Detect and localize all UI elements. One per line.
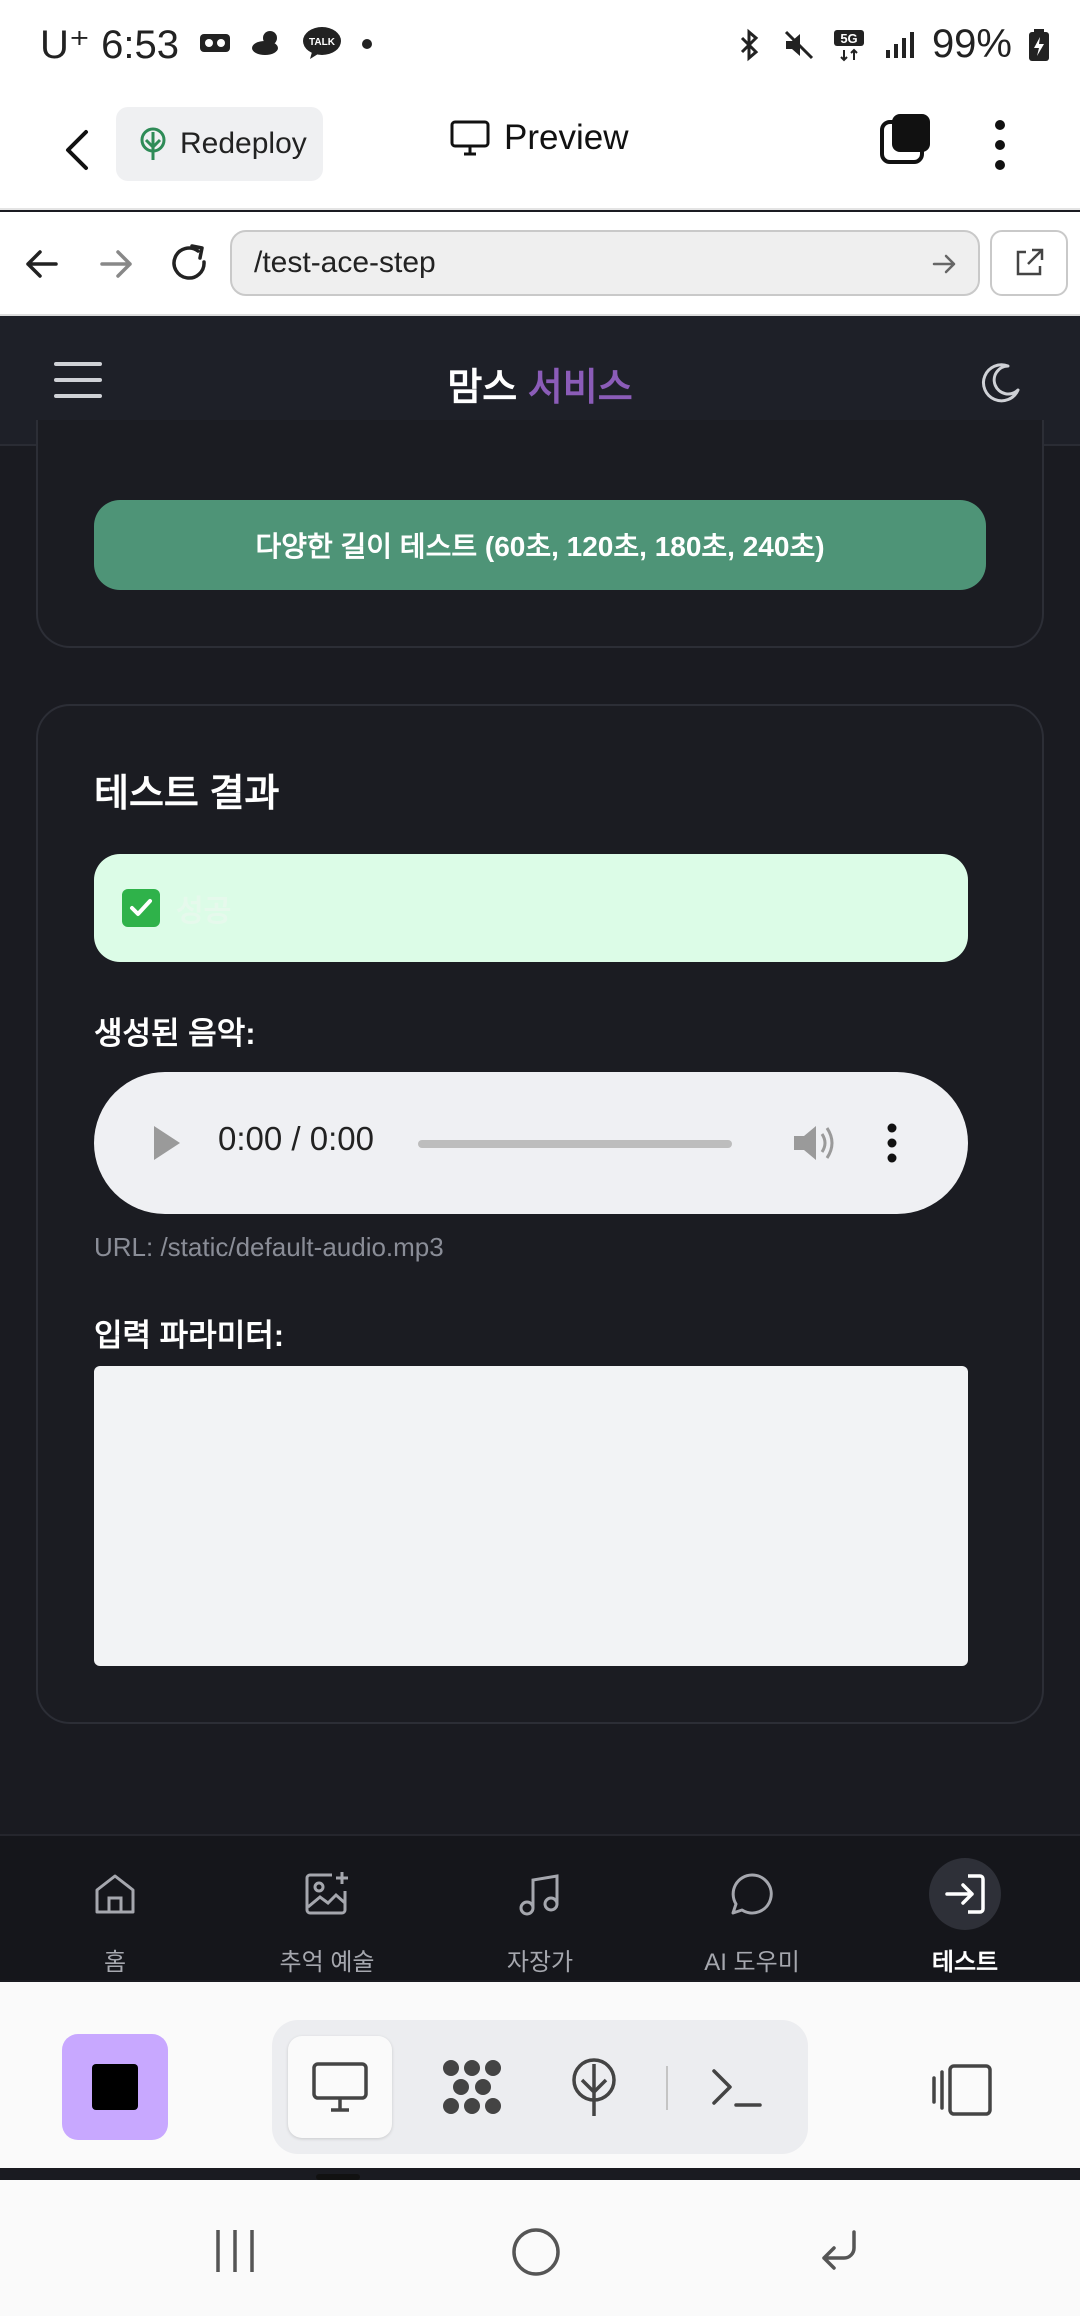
audio-url-text: URL: /static/default-audio.mp3 [94, 1232, 444, 1262]
music-note-icon [519, 1874, 559, 1916]
reload-icon[interactable] [168, 242, 212, 286]
success-text: 성공 [176, 895, 232, 928]
voicemail-icon [200, 34, 230, 52]
nav-item-home[interactable]: 홈 [7, 1836, 223, 1982]
svg-text:TALK: TALK [309, 37, 336, 48]
monitor-icon [450, 120, 490, 156]
preview-tab: Preview [450, 118, 628, 158]
redeploy-button[interactable]: Redeploy [116, 107, 323, 181]
layout-switch-icon[interactable] [930, 2062, 996, 2118]
deploy-icon [572, 2058, 616, 2116]
preview-label: Preview [504, 118, 629, 157]
length-test-button[interactable]: 다양한 길이 테스트 (60초, 120초, 180초, 240초) [94, 500, 986, 590]
preview-toolbar: Redeploy Preview [0, 90, 1080, 210]
nav-label-test: 테스트 [931, 1949, 999, 1976]
nav-item-ai-assistant[interactable]: AI 도우미 [644, 1836, 860, 1982]
nav-item-lullaby[interactable]: 자장가 [432, 1836, 648, 1982]
status-bar: U⁺ 6:53 TALK 5G 99% [0, 0, 1080, 90]
app-bottom-nav: 홈 추억 예술 자장가 AI 도우미 테스트 [0, 1834, 1080, 1980]
tabs-icon[interactable] [878, 112, 934, 168]
home-button-icon[interactable] [510, 2226, 562, 2278]
app-brand[interactable]: 맘스 서비스 [0, 356, 1080, 411]
monitor-icon [312, 2062, 368, 2112]
play-icon[interactable] [150, 1124, 182, 1162]
kakaotalk-icon: TALK [303, 27, 341, 59]
view-switcher [272, 2020, 808, 2154]
battery-icon [1029, 28, 1049, 61]
nav-label-memory-art: 추억 예술 [279, 1949, 375, 1976]
workspace-bottom-bar [0, 1982, 1080, 2168]
recent-apps-icon[interactable] [212, 2228, 258, 2274]
url-input[interactable]: /test-ace-step [230, 230, 980, 296]
audio-player: 0:00 / 0:00 [94, 1072, 968, 1214]
more-options-icon[interactable] [980, 110, 1020, 180]
input-params-box [94, 1366, 968, 1666]
audio-seek-bar[interactable] [418, 1140, 732, 1148]
svg-text:5G: 5G [840, 31, 857, 46]
system-back-icon[interactable] [816, 2226, 862, 2272]
external-link-icon [1016, 248, 1044, 276]
stop-button[interactable] [62, 2034, 168, 2140]
system-status-icons: 5G 99% [732, 22, 1050, 67]
login-icon [945, 1874, 985, 1914]
input-params-label: 입력 파라미터: [94, 1318, 285, 1353]
nav-label-home: 홈 [103, 1949, 127, 1976]
clock: 6:53 [101, 23, 179, 67]
battery-percent: 99% [931, 22, 1012, 66]
url-bar: /test-ace-step [0, 212, 1080, 316]
dot-icon [362, 39, 372, 49]
audio-time: 0:00 / 0:00 [218, 1120, 374, 1157]
home-icon [95, 1874, 135, 1914]
agent-view-button[interactable] [420, 2036, 524, 2138]
terminal-icon [712, 2069, 762, 2107]
dark-mode-toggle-icon[interactable] [978, 360, 1024, 406]
url-text: /test-ace-step [254, 246, 436, 279]
weather-icon [252, 31, 278, 55]
switcher-divider [666, 2066, 668, 2110]
browser-forward-icon[interactable] [94, 242, 138, 286]
redeploy-label: Redeploy [180, 127, 307, 160]
bluetooth-icon [740, 28, 759, 61]
results-title: 테스트 결과 [94, 773, 280, 815]
nav-label-lullaby: 자장가 [506, 1949, 574, 1976]
status-time: U⁺ 6:53 [40, 22, 179, 68]
5g-icon: 5G [833, 29, 864, 61]
nav-item-memory-art[interactable]: 추억 예술 [219, 1836, 435, 1982]
signal-icon [885, 31, 914, 58]
system-nav-bar [0, 2180, 1080, 2316]
browser-back-icon[interactable] [20, 242, 64, 286]
deploy-icon [140, 127, 166, 160]
go-arrow-icon[interactable] [930, 250, 958, 278]
nav-label-ai-assistant: AI 도우미 [704, 1949, 800, 1976]
agent-icon [443, 2060, 501, 2114]
stop-icon [92, 2064, 138, 2110]
image-add-icon [305, 1872, 348, 1915]
audio-more-icon[interactable] [882, 1120, 902, 1166]
mute-icon [784, 30, 813, 59]
preview-view-button[interactable] [288, 2036, 392, 2138]
notification-icons: TALK [198, 26, 374, 60]
checkmark-icon [122, 889, 160, 927]
shell-view-button[interactable] [684, 2036, 788, 2138]
nav-item-test[interactable]: 테스트 [857, 1836, 1073, 1982]
volume-icon[interactable] [792, 1122, 838, 1164]
deploy-view-button[interactable] [542, 2036, 646, 2138]
generated-music-label: 생성된 음악: [94, 1016, 256, 1051]
brand-accent: 서비스 [527, 367, 633, 409]
chat-bubble-icon [731, 1873, 773, 1915]
open-external-button[interactable] [990, 230, 1068, 296]
back-icon[interactable] [50, 120, 110, 180]
carrier-label: U⁺ [40, 23, 90, 67]
success-status-box: 성공 [94, 854, 968, 962]
brand-main: 맘스 [447, 367, 518, 409]
